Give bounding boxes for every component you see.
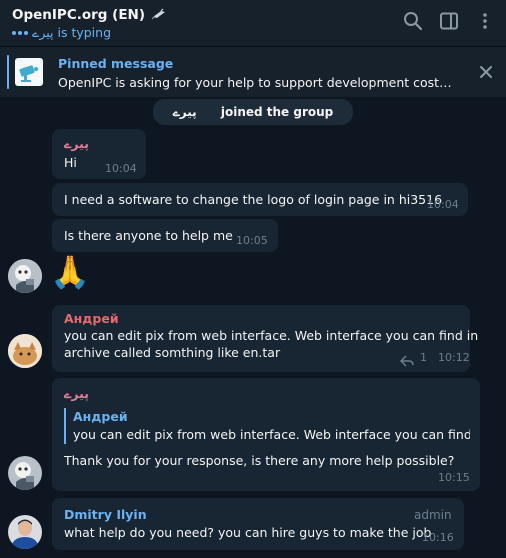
service-user: پیرے	[162, 102, 207, 122]
avatar[interactable]	[8, 456, 42, 490]
reply-count[interactable]: 1	[420, 351, 427, 364]
pinned-indicator	[7, 55, 9, 89]
pinned-text: OpenIPC is asking for your help to suppo…	[58, 75, 452, 90]
message-text: what help do you need? you can hire guys…	[64, 525, 432, 540]
emoji-message[interactable]: 🙏	[50, 252, 90, 292]
avatar[interactable]	[8, 334, 42, 368]
message-sender[interactable]: پیرے	[64, 136, 89, 151]
message-sender[interactable]: Dmitry Ilyin	[64, 507, 147, 522]
camera-logo-icon	[15, 58, 43, 86]
chat-title: OpenIPC.org (EN)	[12, 6, 146, 23]
message-time: 10:16	[422, 531, 454, 544]
message-bubble[interactable]: پیرے Андрей you can edit pix from web in…	[52, 378, 480, 491]
pinned-label: Pinned message	[58, 56, 174, 71]
message-bubble[interactable]: پیرے Hi 10:04	[52, 129, 146, 179]
message-time: 10:04	[427, 198, 459, 211]
more-vert-icon[interactable]	[474, 10, 496, 32]
typing-status: is typing	[57, 25, 112, 40]
message-sender[interactable]: پیرے	[64, 386, 89, 401]
message-text-line: you can edit pix from web interface. Web…	[64, 328, 479, 343]
satellite-icon	[151, 5, 167, 24]
message-sender[interactable]: Андрей	[64, 311, 119, 326]
reply-text: you can edit pix from web interface. Web…	[73, 427, 470, 442]
message-text: Is there anyone to help me	[64, 228, 233, 243]
sidebar-toggle-icon[interactable]	[438, 10, 460, 32]
message-bubble[interactable]: Dmitry Ilyin admin what help do you need…	[52, 498, 464, 550]
reply-arrow-icon[interactable]	[399, 352, 414, 371]
admin-badge: admin	[414, 508, 452, 522]
message-bubble[interactable]: Андрей you can edit pix from web interfa…	[52, 305, 478, 372]
reply-sender: Андрей	[73, 409, 128, 424]
message-time: 10:05	[236, 234, 268, 247]
message-bubble[interactable]: Is there anyone to help me 10:05	[52, 219, 278, 252]
search-icon[interactable]	[402, 10, 424, 32]
message-text: Hi	[64, 155, 77, 170]
reply-quote[interactable]: Андрей you can edit pix from web interfa…	[64, 408, 470, 444]
avatar[interactable]	[8, 515, 42, 549]
message-time: 10:04	[105, 162, 137, 175]
typing-user: پیرے	[32, 25, 54, 40]
message-time: 10:12	[438, 351, 470, 364]
service-text: joined the group	[210, 102, 344, 122]
close-icon[interactable]	[476, 62, 496, 82]
chat-header[interactable]: OpenIPC.org (EN) پیرے is typing	[0, 0, 506, 46]
avatar[interactable]	[8, 259, 42, 293]
message-time: 10:15	[438, 471, 470, 484]
service-message: پیرے joined the group	[0, 99, 506, 125]
message-bubble[interactable]: I need a software to change the logo of …	[52, 183, 468, 216]
message-text-line: archive called somthing like en.tar	[64, 345, 281, 360]
message-text: I need a software to change the logo of …	[64, 192, 443, 207]
message-text: Thank you for your response, is there an…	[64, 453, 455, 468]
typing-indicator-icon	[12, 30, 28, 35]
pinned-message-bar[interactable]: Pinned message OpenIPC is asking for you…	[0, 47, 506, 97]
